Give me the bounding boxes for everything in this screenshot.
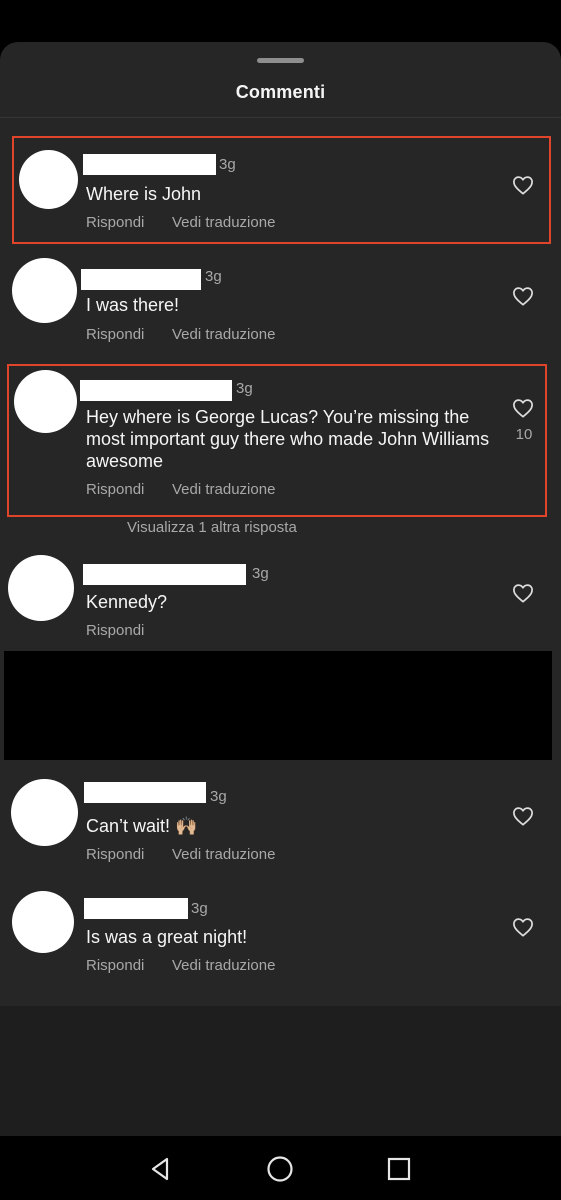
redacted-block (4, 651, 552, 760)
reply-button[interactable]: Rispondi (86, 622, 144, 639)
avatar[interactable] (19, 150, 78, 209)
header-divider (0, 117, 561, 118)
reply-button[interactable]: Rispondi (86, 214, 144, 231)
comment-text: Where is John (86, 184, 202, 204)
avatar[interactable] (12, 258, 77, 323)
comment-text: Kennedy? (86, 592, 168, 612)
home-icon[interactable] (265, 1154, 295, 1184)
view-more-replies-button[interactable]: Visualizza 1 altra risposta (127, 519, 297, 536)
heart-icon[interactable] (512, 583, 534, 603)
heart-icon[interactable] (512, 398, 534, 418)
reply-button[interactable]: Rispondi (86, 326, 144, 343)
comment-text: Is was a great night! (86, 927, 248, 947)
username-redacted[interactable] (83, 564, 246, 585)
comment-text: Hey where is George Lucas? You’re missin… (86, 407, 490, 471)
comment-text: I was there! (86, 295, 180, 315)
comment-time: 3g (205, 268, 222, 285)
comment-time: 3g (252, 565, 269, 582)
heart-icon[interactable] (512, 917, 534, 937)
navigation-bar (0, 1136, 561, 1200)
heart-icon[interactable] (512, 806, 534, 826)
comments-sheet: Commenti 3g Where is John Rispondi Vedi … (0, 42, 561, 1136)
screen: Commenti 3g Where is John Rispondi Vedi … (0, 0, 561, 1200)
translate-button[interactable]: Vedi traduzione (172, 957, 275, 974)
translate-button[interactable]: Vedi traduzione (172, 326, 275, 343)
comment-time: 3g (236, 380, 253, 397)
avatar[interactable] (11, 779, 78, 846)
heart-icon[interactable] (512, 175, 534, 195)
back-icon[interactable] (145, 1154, 175, 1184)
like-count: 10 (515, 426, 533, 443)
translate-button[interactable]: Vedi traduzione (172, 481, 275, 498)
sheet-footer (0, 1006, 561, 1136)
drag-handle[interactable] (257, 58, 304, 63)
avatar[interactable] (14, 370, 77, 433)
avatar[interactable] (8, 555, 74, 621)
translate-button[interactable]: Vedi traduzione (172, 214, 275, 231)
reply-button[interactable]: Rispondi (86, 957, 144, 974)
sheet-title: Commenti (235, 82, 326, 102)
reply-button[interactable]: Rispondi (86, 846, 144, 863)
recents-icon[interactable] (384, 1154, 414, 1184)
reply-button[interactable]: Rispondi (86, 481, 144, 498)
username-redacted[interactable] (83, 154, 216, 175)
comment-time: 3g (191, 900, 208, 917)
username-redacted[interactable] (84, 782, 206, 803)
username-redacted[interactable] (81, 269, 201, 290)
comment-text: Can’t wait! 🙌🏼 (86, 816, 198, 836)
translate-button[interactable]: Vedi traduzione (172, 846, 275, 863)
username-redacted[interactable] (84, 898, 188, 919)
heart-icon[interactable] (512, 286, 534, 306)
comment-time: 3g (219, 156, 236, 173)
avatar[interactable] (12, 891, 74, 953)
comment-time: 3g (210, 788, 227, 805)
username-redacted[interactable] (80, 380, 232, 401)
